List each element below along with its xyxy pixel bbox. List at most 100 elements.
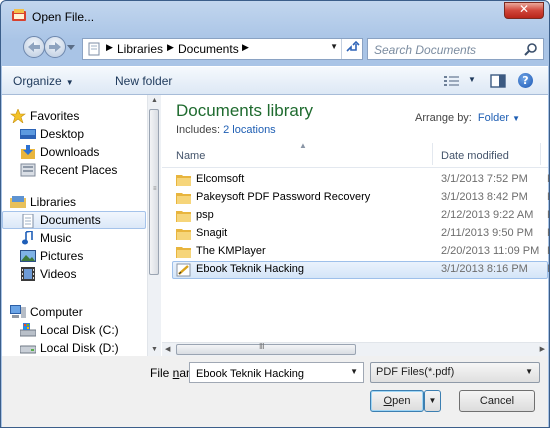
star-icon bbox=[10, 109, 26, 123]
list-item[interactable]: The KMPlayer 2/20/2013 11:09 PM F bbox=[172, 243, 549, 261]
address-dropdown-icon[interactable]: ▼ bbox=[330, 42, 338, 51]
sidebar-item-libraries[interactable]: Libraries bbox=[2, 193, 146, 211]
breadcrumb-documents[interactable]: Documents bbox=[178, 42, 239, 56]
new-folder-button[interactable]: New folder bbox=[115, 74, 172, 88]
list-item[interactable]: Ebook Teknik Hacking 3/1/2013 8:16 PM F bbox=[172, 261, 549, 279]
sidebar-local-disk-c-label: Local Disk (C:) bbox=[40, 323, 119, 337]
navigation-pane: Favorites Desktop Downloads Recent Place… bbox=[2, 95, 146, 356]
breadcrumb-libraries[interactable]: Libraries bbox=[117, 42, 163, 56]
title-bar[interactable]: Open File... ✕ bbox=[1, 1, 549, 31]
breadcrumb-separator-icon[interactable]: ▶ bbox=[167, 42, 174, 53]
sidebar-item-pictures[interactable]: Pictures bbox=[2, 247, 146, 265]
address-bar[interactable]: ▶ Libraries ▶ Documents ▶ ▼ bbox=[82, 38, 363, 60]
organize-button[interactable]: Organize ▼ bbox=[13, 74, 74, 88]
sidebar-item-computer[interactable]: Computer bbox=[2, 303, 146, 321]
close-button[interactable]: ✕ bbox=[504, 2, 544, 19]
file-list-scrollbar[interactable]: ◀ Ⅲ ▶ bbox=[162, 342, 548, 357]
open-options-dropdown[interactable]: ▼ bbox=[424, 390, 441, 412]
recent-pages-dropdown-icon[interactable] bbox=[67, 45, 75, 50]
breadcrumb-separator-icon[interactable]: ▶ bbox=[106, 42, 113, 53]
list-item[interactable]: Pakeysoft PDF Password Recovery 3/1/2013… bbox=[172, 189, 549, 207]
sidebar-item-recent-places[interactable]: Recent Places bbox=[2, 161, 146, 179]
open-accelerator: O bbox=[383, 395, 393, 407]
sidebar-desktop-label: Desktop bbox=[40, 127, 85, 141]
scrollbar-thumb[interactable]: ≡ bbox=[149, 109, 159, 275]
documents-icon bbox=[22, 214, 34, 228]
file-name-combobox[interactable]: ▼ bbox=[189, 362, 364, 383]
file-type-select[interactable]: PDF Files(*.pdf) ▼ bbox=[370, 362, 540, 383]
search-box[interactable] bbox=[367, 38, 544, 60]
open-file-dialog: Open File... ✕ ▶ Libraries ▶ Documents ▶… bbox=[0, 0, 550, 428]
refresh-icon bbox=[346, 40, 360, 52]
app-icon bbox=[12, 9, 26, 21]
computer-icon bbox=[10, 305, 26, 318]
change-view-icon[interactable] bbox=[443, 74, 461, 88]
command-bar: Organize ▼ New folder ▼ ? bbox=[2, 66, 548, 95]
column-divider[interactable] bbox=[540, 143, 541, 165]
sidebar-computer-label: Computer bbox=[30, 305, 83, 319]
preview-pane-icon[interactable] bbox=[490, 74, 506, 88]
file-name-input[interactable] bbox=[194, 365, 346, 382]
cancel-button[interactable]: Cancel bbox=[459, 390, 535, 412]
dialog-footer: File name: ▼ PDF Files(*.pdf) ▼ Open ▼ C… bbox=[2, 356, 548, 427]
sidebar-item-videos[interactable]: Videos bbox=[2, 265, 146, 283]
column-header: Name ▲ Date modified bbox=[162, 141, 548, 168]
help-icon[interactable]: ? bbox=[518, 73, 533, 88]
file-date: 2/20/2013 11:09 PM bbox=[441, 245, 540, 257]
navigation-bar: ▶ Libraries ▶ Documents ▶ ▼ bbox=[1, 33, 549, 63]
chevron-down-icon[interactable]: ▼ bbox=[350, 367, 358, 376]
arrange-by: Arrange by: Folder ▼ bbox=[415, 112, 520, 124]
sidebar-item-local-disk-c[interactable]: Local Disk (C:) bbox=[2, 321, 146, 339]
sidebar-documents-label: Documents bbox=[40, 213, 101, 227]
back-button[interactable] bbox=[23, 36, 45, 58]
recent-places-icon bbox=[20, 163, 36, 177]
forward-arrow-icon bbox=[49, 42, 61, 52]
file-date: 2/12/2013 9:22 AM bbox=[441, 209, 534, 221]
navigation-pane-scrollbar[interactable]: ▲ ≡ ▼ bbox=[147, 95, 161, 356]
file-date: 3/1/2013 8:42 PM bbox=[441, 191, 528, 203]
organize-label: Organize bbox=[13, 74, 62, 88]
open-button[interactable]: Open bbox=[370, 390, 424, 412]
videos-icon bbox=[21, 267, 35, 281]
forward-button[interactable] bbox=[44, 36, 66, 58]
view-options-dropdown-icon[interactable]: ▼ bbox=[468, 75, 476, 84]
sidebar-item-favorites[interactable]: Favorites bbox=[2, 107, 146, 125]
list-item[interactable]: Snagit 2/11/2013 9:50 PM F bbox=[172, 225, 549, 243]
file-name: Pakeysoft PDF Password Recovery bbox=[196, 191, 371, 203]
grip-icon: Ⅲ bbox=[259, 342, 265, 351]
scroll-right-icon[interactable]: ▶ bbox=[540, 345, 545, 353]
file-date: 3/1/2013 7:52 PM bbox=[441, 173, 528, 185]
sidebar-downloads-label: Downloads bbox=[40, 145, 100, 159]
sidebar-item-downloads[interactable]: Downloads bbox=[2, 143, 146, 161]
list-item[interactable]: Elcomsoft 3/1/2013 7:52 PM F bbox=[172, 171, 549, 189]
column-name-header[interactable]: Name bbox=[176, 150, 205, 162]
scroll-up-icon[interactable]: ▲ bbox=[151, 97, 158, 104]
refresh-button[interactable] bbox=[341, 39, 362, 59]
pictures-icon bbox=[20, 250, 36, 262]
folder-icon bbox=[176, 247, 191, 258]
breadcrumb-separator-icon[interactable]: ▶ bbox=[242, 42, 249, 53]
sort-ascending-icon: ▲ bbox=[299, 141, 307, 150]
folder-icon bbox=[176, 229, 191, 240]
list-item[interactable]: psp 2/12/2013 9:22 AM F bbox=[172, 207, 549, 225]
library-title: Documents library bbox=[176, 101, 313, 120]
sidebar-favorites-label: Favorites bbox=[30, 109, 80, 123]
scrollbar-thumb[interactable]: Ⅲ bbox=[176, 342, 356, 355]
scroll-left-icon[interactable]: ◀ bbox=[165, 345, 170, 353]
file-name: psp bbox=[196, 209, 214, 221]
column-divider[interactable] bbox=[432, 143, 433, 165]
sidebar-item-local-disk-d[interactable]: Local Disk (D:) bbox=[2, 339, 146, 357]
arrange-by-dropdown[interactable]: Folder ▼ bbox=[478, 112, 520, 124]
sidebar-item-music[interactable]: Music bbox=[2, 229, 146, 247]
sidebar-item-desktop[interactable]: Desktop bbox=[2, 125, 146, 143]
folder-icon bbox=[176, 193, 191, 204]
libraries-icon bbox=[10, 196, 26, 208]
file-name: Elcomsoft bbox=[196, 173, 245, 185]
search-input[interactable] bbox=[372, 41, 521, 59]
scroll-down-icon[interactable]: ▼ bbox=[151, 346, 158, 353]
sidebar-item-documents[interactable]: Documents bbox=[2, 211, 146, 229]
locations-link[interactable]: 2 locations bbox=[223, 124, 276, 136]
column-date-header[interactable]: Date modified bbox=[441, 150, 509, 162]
sidebar-pictures-label: Pictures bbox=[40, 249, 84, 263]
search-icon[interactable] bbox=[524, 42, 538, 56]
